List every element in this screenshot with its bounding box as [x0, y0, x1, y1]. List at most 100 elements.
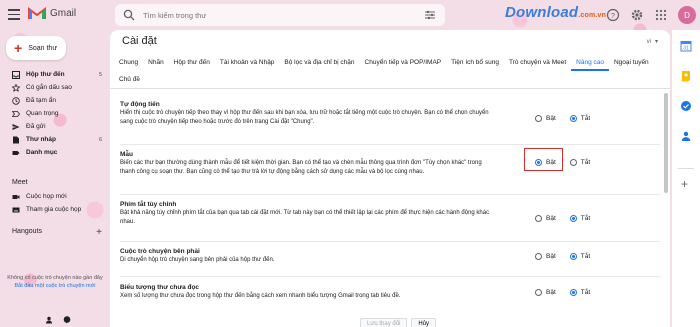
- auto-advance-off-radio[interactable]: Tắt: [569, 115, 590, 122]
- tab-accounts[interactable]: Tài khoản và Nhập: [215, 54, 280, 71]
- radio-selected-icon: [569, 115, 577, 122]
- send-icon: [12, 123, 20, 130]
- tab-addons[interactable]: Tiện ích bổ sung: [446, 54, 504, 71]
- svg-text:31: 31: [683, 46, 689, 52]
- search-options-icon[interactable]: [425, 10, 435, 20]
- setting-title: Mẫu: [120, 151, 133, 158]
- tasks-icon[interactable]: [680, 100, 692, 112]
- tab-offline[interactable]: Ngoại tuyến: [609, 54, 654, 71]
- shortcuts-on-radio[interactable]: Bật: [535, 215, 556, 222]
- inbox-count: 5: [98, 71, 102, 78]
- tab-forwarding[interactable]: Chuyển tiếp và POP/IMAP: [360, 54, 447, 71]
- keyboard-icon: [12, 207, 20, 212]
- templates-off-radio[interactable]: Tắt: [569, 159, 590, 166]
- search-input[interactable]: [143, 10, 403, 20]
- top-bar: Gmail Download.com.vn ? D: [0, 0, 700, 30]
- page-title: Cài đặt: [122, 35, 157, 47]
- setting-unread-icon: Biểu tượng thư chưa đọc Xem số lượng thư…: [120, 284, 660, 301]
- search-icon[interactable]: [123, 9, 135, 21]
- calendar-icon[interactable]: 31: [680, 40, 692, 52]
- hangouts-icon[interactable]: [63, 316, 71, 324]
- watermark-logo: Download.com.vn: [505, 4, 607, 21]
- search-bar[interactable]: [115, 4, 445, 26]
- scrollbar[interactable]: [664, 93, 668, 193]
- add-chat-icon[interactable]: +: [96, 227, 102, 238]
- star-icon: [12, 83, 20, 92]
- setting-description: Xem số lượng thư chưa đọc trong hộp thư …: [120, 293, 401, 299]
- keep-icon[interactable]: [680, 70, 692, 82]
- label-icon: [12, 150, 20, 155]
- radio-icon: [569, 159, 577, 166]
- video-icon: [12, 194, 20, 199]
- help-icon[interactable]: ?: [606, 8, 620, 22]
- sidebar-item-important[interactable]: Quan trọng: [0, 107, 110, 120]
- radio-selected-icon: [569, 215, 577, 222]
- sidebar-item-inbox[interactable]: Hộp thư đến 5: [0, 68, 110, 81]
- no-chats-message: Không có cuộc trò chuyện nào gần đây Bắt…: [0, 274, 110, 290]
- sidebar-item-starred[interactable]: Có gắn dấu sao: [0, 81, 110, 94]
- contacts-icon[interactable]: [680, 130, 692, 142]
- unread-icon-on-radio[interactable]: Bật: [535, 289, 556, 296]
- mail-folders: Hộp thư đến 5 Có gắn dấu sao Đã tạm ẩn Q…: [0, 68, 110, 159]
- sidebar-item-sent[interactable]: Đã gửi: [0, 120, 110, 133]
- meet-section-title: Meet: [12, 179, 28, 186]
- compose-button[interactable]: + Soạn thư: [6, 36, 66, 60]
- new-meeting-button[interactable]: Cuộc họp mới: [0, 190, 110, 203]
- language-indicator[interactable]: vi ▾: [647, 38, 658, 46]
- person-icon[interactable]: [45, 316, 53, 324]
- settings-panel: Cài đặt vi ▾ Chung Nhãn Hộp thư đến Tài …: [110, 30, 670, 327]
- gmail-logo[interactable]: Gmail: [28, 6, 76, 20]
- tabs-divider: [110, 88, 670, 89]
- drafts-count: 6: [98, 136, 102, 143]
- setting-title: Tự động tiến: [120, 101, 160, 108]
- right-chat-on-radio[interactable]: Bật: [535, 253, 556, 260]
- divider: [120, 194, 660, 195]
- sidebar-item-drafts[interactable]: Thư nháp 6: [0, 133, 110, 146]
- compose-label: Soạn thư: [28, 44, 58, 52]
- draft-icon: [13, 136, 19, 143]
- important-icon: [12, 110, 20, 117]
- divider: [120, 276, 660, 277]
- gmail-logo-icon: [28, 7, 46, 19]
- tab-general[interactable]: Chung: [114, 54, 143, 71]
- setting-description: Di chuyển hộp trò chuyện sang bên phải c…: [120, 257, 275, 263]
- side-panel-divider: [678, 168, 694, 169]
- tab-advanced[interactable]: Nâng cao: [571, 54, 609, 71]
- right-chat-off-radio[interactable]: Tắt: [569, 253, 590, 260]
- radio-selected-icon: [569, 289, 577, 296]
- setting-templates: Mẫu Biến các thư bạn thường dùng thành m…: [120, 151, 660, 176]
- radio-icon: [535, 253, 542, 260]
- shortcuts-off-radio[interactable]: Tắt: [569, 215, 590, 222]
- sidebar-item-snoozed[interactable]: Đã tạm ẩn: [0, 94, 110, 107]
- join-meeting-button[interactable]: Tham gia cuộc họp: [0, 203, 110, 216]
- form-actions: Lưu thay đổi Hủy: [360, 318, 437, 327]
- setting-title: Phím tắt tùy chỉnh: [120, 201, 177, 208]
- apps-grid-icon[interactable]: [654, 8, 668, 22]
- settings-gear-icon[interactable]: [630, 8, 644, 22]
- radio-icon: [535, 215, 542, 222]
- tab-inbox[interactable]: Hộp thư đến: [169, 54, 215, 71]
- setting-auto-advance: Tự động tiến Hiển thị cuộc trò chuyện ti…: [120, 101, 660, 126]
- tab-filters[interactable]: Bộ lọc và địa chỉ bị chặn: [279, 54, 359, 71]
- cancel-button[interactable]: Hủy: [411, 318, 437, 327]
- chevron-down-icon: ▾: [654, 39, 658, 45]
- tab-labels[interactable]: Nhãn: [143, 54, 169, 71]
- radio-icon: [535, 115, 542, 122]
- main-menu-button[interactable]: [8, 9, 20, 20]
- setting-description: Bật khả năng tùy chỉnh phím tắt của bạn …: [120, 210, 490, 225]
- setting-right-side-chat: Cuộc trò chuyện bên phải Di chuyển hộp t…: [120, 248, 660, 265]
- clock-icon: [12, 96, 20, 105]
- settings-list: Tự động tiến Hiển thị cuộc trò chuyện ti…: [110, 93, 670, 327]
- sidebar-item-categories[interactable]: Danh mục: [0, 146, 110, 159]
- account-avatar[interactable]: D: [678, 6, 696, 24]
- tab-chat-meet[interactable]: Trò chuyện và Meet: [504, 54, 571, 71]
- setting-description: Biến các thư bạn thường dùng thành mẫu đ…: [120, 160, 482, 175]
- auto-advance-on-radio[interactable]: Bật: [535, 115, 556, 122]
- save-changes-button[interactable]: Lưu thay đổi: [360, 318, 408, 327]
- app-name: Gmail: [50, 7, 77, 19]
- start-chat-link[interactable]: Bắt đầu một cuộc trò chuyện mới: [0, 282, 110, 290]
- tab-themes[interactable]: Chủ đề: [114, 71, 145, 88]
- setting-description: Hiển thị cuộc trò chuyện tiếp theo thay …: [120, 110, 489, 125]
- add-addon-icon[interactable]: +: [681, 178, 688, 190]
- unread-icon-off-radio[interactable]: Tắt: [569, 289, 590, 296]
